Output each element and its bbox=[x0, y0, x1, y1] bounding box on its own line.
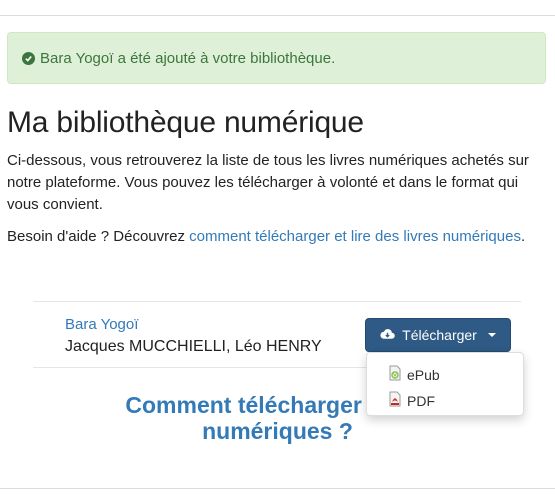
book-authors: Jacques MUCCHIELLI, Léo HENRY bbox=[65, 338, 322, 355]
caret-down-icon bbox=[487, 333, 496, 337]
help-prefix: Besoin d'aide ? Découvrez bbox=[7, 228, 190, 245]
cloud-download-icon bbox=[380, 327, 395, 343]
book-title-link[interactable]: Bara Yogoï bbox=[65, 316, 138, 333]
alert-message: Bara Yogoï a été ajouté à votre biblioth… bbox=[40, 49, 336, 67]
intro-text: Ci-dessous, vous retrouverez la liste de… bbox=[7, 152, 529, 213]
faq-heading-line2: numériques ? bbox=[202, 418, 353, 444]
book-row-divider-top bbox=[33, 301, 521, 302]
bottom-divider bbox=[0, 488, 555, 489]
download-format-menu: ePub PDF bbox=[366, 352, 524, 416]
pdf-file-icon bbox=[387, 391, 403, 410]
help-link[interactable]: comment télécharger et lire des livres n… bbox=[189, 228, 521, 245]
help-text: Besoin d'aide ? Découvrez comment téléch… bbox=[7, 226, 547, 248]
check-circle-icon bbox=[22, 51, 35, 65]
download-button-label: Télécharger bbox=[402, 327, 477, 343]
menu-item-epub-label: ePub bbox=[407, 366, 440, 383]
epub-file-icon bbox=[387, 365, 403, 384]
menu-item-pdf-label: PDF bbox=[407, 392, 435, 409]
menu-item-pdf[interactable]: PDF bbox=[387, 391, 435, 410]
page-title: Ma bibliothèque numérique bbox=[7, 106, 364, 139]
success-alert: Bara Yogoï a été ajouté à votre biblioth… bbox=[7, 32, 546, 84]
top-divider bbox=[0, 15, 555, 16]
download-button[interactable]: Télécharger bbox=[365, 318, 511, 352]
help-suffix: . bbox=[520, 228, 526, 245]
menu-item-epub[interactable]: ePub bbox=[387, 365, 440, 384]
